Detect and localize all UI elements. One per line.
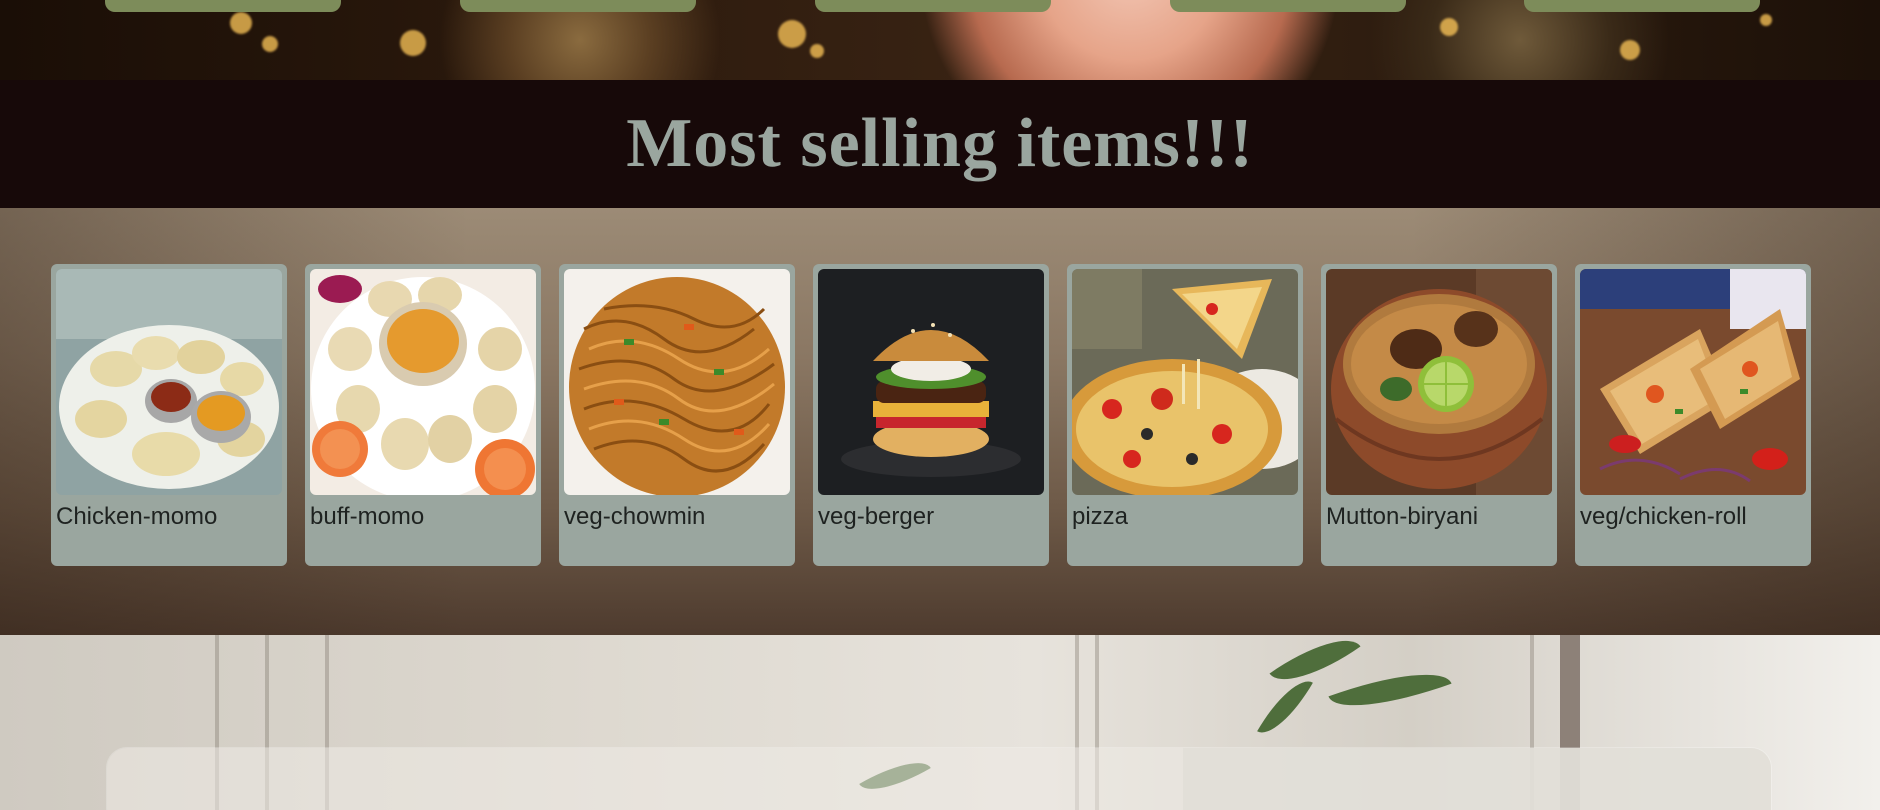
bokeh-light (1440, 18, 1458, 36)
roll-image (1580, 269, 1806, 495)
bokeh-light (778, 20, 806, 48)
pizza-image (1072, 269, 1298, 495)
momo-bowl-image (310, 269, 536, 495)
item-card-pizza[interactable]: pizza (1067, 264, 1303, 566)
plant-leaf (1257, 670, 1313, 744)
bokeh-light (262, 36, 278, 52)
section-title: Most selling items!!! (626, 105, 1254, 182)
nav-button-5[interactable] (1524, 0, 1760, 12)
item-label: veg-chowmin (564, 503, 706, 530)
nav-button-4[interactable] (1170, 0, 1406, 12)
nav-button-2[interactable] (460, 0, 696, 12)
plant-leaf (1269, 635, 1361, 699)
hero-banner (0, 0, 1880, 80)
plant-leaf (1328, 655, 1452, 725)
item-label: Mutton-biryani (1326, 503, 1479, 530)
bokeh-light (230, 12, 252, 34)
item-card-veg-chowmin[interactable]: veg-chowmin (559, 264, 795, 566)
nav-button-3[interactable] (815, 0, 1051, 12)
section-title-band: Most selling items!!! (0, 80, 1880, 208)
content-panel-right (1183, 748, 1771, 810)
item-label: veg/chicken-roll (1580, 503, 1747, 530)
item-label: Chicken-momo (56, 503, 218, 530)
item-cards: Chicken-momo buff-momo veg-chowmin veg-b… (51, 264, 1811, 566)
item-card-mutton-biryani[interactable]: Mutton-biryani (1321, 264, 1557, 566)
item-card-chicken-momo[interactable]: Chicken-momo (51, 264, 287, 566)
nav-button-1[interactable] (105, 0, 341, 12)
item-label: pizza (1072, 503, 1129, 530)
item-label: veg-berger (818, 503, 935, 530)
noodles-image (564, 269, 790, 495)
item-card-veg-chicken-roll[interactable]: veg/chicken-roll (1575, 264, 1811, 566)
biryani-image (1326, 269, 1552, 495)
bokeh-light (810, 44, 824, 58)
bokeh-light (1760, 14, 1772, 26)
interior-background (0, 635, 1880, 810)
bokeh-light (1620, 40, 1640, 60)
burger-image (818, 269, 1044, 495)
bokeh-light (400, 30, 426, 56)
item-label: buff-momo (310, 503, 425, 530)
item-card-veg-berger[interactable]: veg-berger (813, 264, 1049, 566)
most-selling-section: Chicken-momo buff-momo veg-chowmin veg-b… (0, 208, 1880, 635)
item-card-buff-momo[interactable]: buff-momo (305, 264, 541, 566)
momo-plate-image (56, 269, 282, 495)
